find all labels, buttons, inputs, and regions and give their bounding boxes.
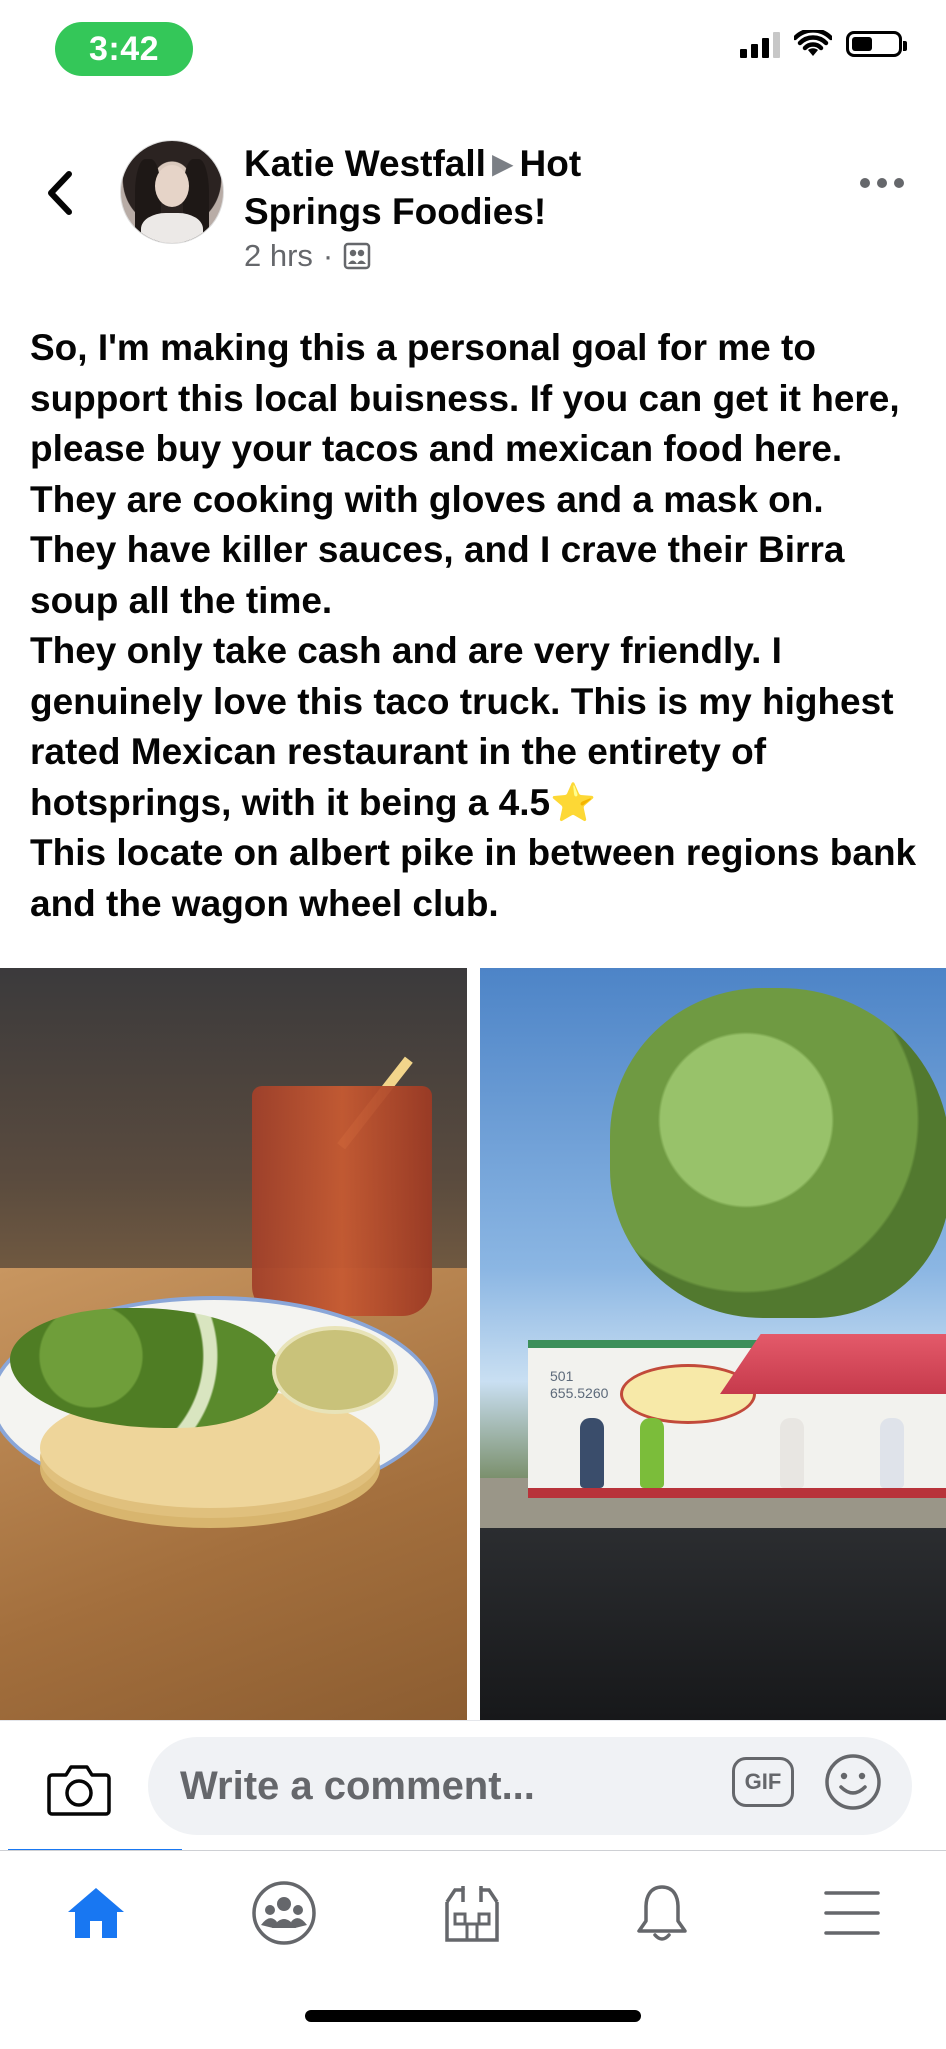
tab-notifications[interactable] <box>612 1875 712 1951</box>
status-bar: 3:42 <box>0 0 946 100</box>
taco-truck-photo[interactable]: 501 655.5260 <box>480 968 946 1720</box>
chevron-left-icon <box>48 171 72 215</box>
cellular-signal-icon <box>740 30 780 58</box>
star-emoji: ⭐ <box>550 781 597 823</box>
wifi-icon <box>794 30 832 56</box>
comment-input[interactable]: Write a comment... <box>148 1737 912 1835</box>
status-icons <box>740 30 907 58</box>
post-meta: 2 hrs · <box>244 238 371 274</box>
tab-marketplace[interactable] <box>422 1875 522 1951</box>
avatar[interactable] <box>120 140 224 244</box>
emoji-icon[interactable] <box>824 1753 882 1811</box>
tacos-and-drink-photo[interactable] <box>0 968 467 1720</box>
status-time: 3:42 <box>55 22 193 76</box>
post-body-text-end: This locate on albert pike in between re… <box>30 832 917 924</box>
groups-icon <box>252 1881 316 1945</box>
battery-icon <box>846 31 907 57</box>
tab-groups[interactable] <box>234 1875 334 1951</box>
post-body: So, I'm making this a personal goal for … <box>30 323 920 929</box>
author-name[interactable]: Katie Westfall <box>244 143 486 184</box>
tab-home[interactable] <box>46 1875 146 1951</box>
post-title: Katie Westfall ▶ Hot Springs Foodies! <box>244 140 684 236</box>
gif-button[interactable]: GIF <box>732 1757 794 1807</box>
home-indicator <box>305 2010 641 2022</box>
hamburger-menu-icon <box>824 1891 880 1935</box>
more-options-button[interactable] <box>860 178 904 188</box>
truck-phone-text: 501 655.5260 <box>550 1368 609 1401</box>
camera-icon[interactable] <box>46 1761 112 1817</box>
post-timestamp[interactable]: 2 hrs <box>244 238 313 274</box>
comment-bar: Write a comment... GIF <box>0 1720 946 1851</box>
back-button[interactable] <box>36 165 84 221</box>
marketplace-icon <box>445 1886 499 1942</box>
post-body-text: So, I'm making this a personal goal for … <box>30 327 900 823</box>
caret-right-icon: ▶ <box>491 148 514 179</box>
group-members-icon <box>344 242 371 270</box>
bell-icon <box>637 1885 687 1941</box>
home-icon <box>68 1888 124 1938</box>
meta-separator: · <box>322 238 334 273</box>
tab-menu[interactable] <box>802 1875 902 1951</box>
